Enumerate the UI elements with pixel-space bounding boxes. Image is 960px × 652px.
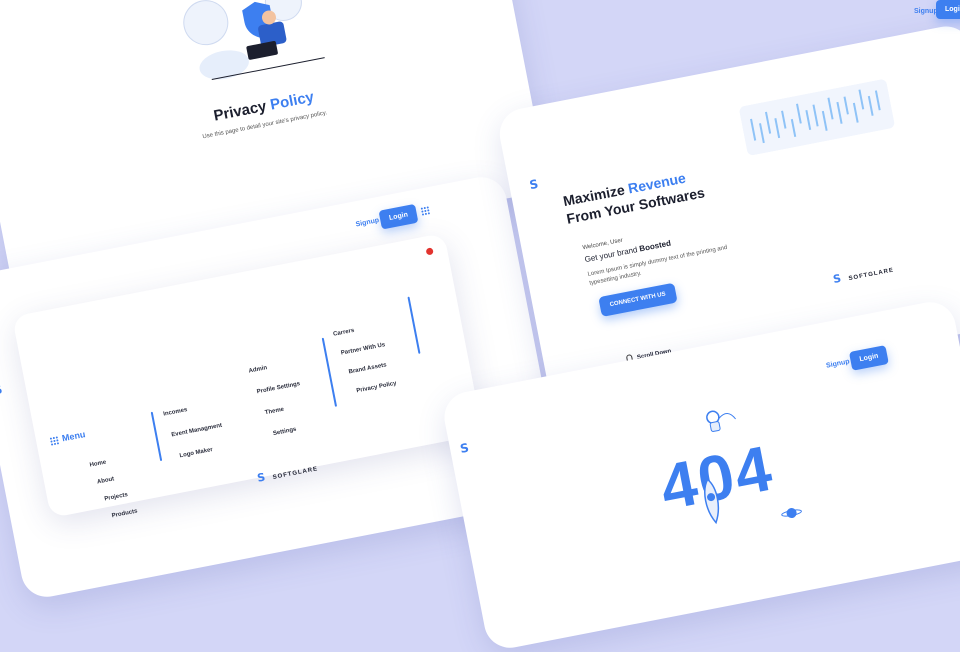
brand-logo: S SOFTGLARE [256,457,320,486]
divider-bar [407,296,421,354]
menu-item-incomes[interactable]: Incomes [163,407,188,418]
signup-link-top[interactable]: Signup [914,8,938,15]
menu-item-projects[interactable]: Projects [104,492,128,502]
menu-item-partner-with-us[interactable]: Partner With Us [340,342,385,356]
menu-item-about[interactable]: About [97,476,115,485]
login-button[interactable]: Login [848,345,889,371]
menu-item-event-managment[interactable]: Event Managment [171,423,223,439]
brand-name: SOFTGLARE [272,466,319,481]
menu-item-settings[interactable]: Settings [273,427,297,437]
menu-item-admin[interactable]: Admin [248,365,267,374]
brand-logo: S SOFTGLARE [831,259,895,288]
softglare-logo-icon[interactable]: S [459,441,470,456]
menu-panel: Menu Home About Projects Products Income… [11,232,484,519]
planet-icon [781,508,802,519]
menu-item-profile-settings[interactable]: Profile Settings [256,381,300,395]
title-part2: Policy [268,88,316,114]
menu-item-logo-maker[interactable]: Logo Maker [179,447,213,459]
menu-item-products[interactable]: Products [111,508,138,519]
menu-grid-icon [49,436,60,446]
signup-link[interactable]: Signup [826,358,851,369]
softglare-logo-icon: S [831,271,843,287]
revenue-bars-illustration [739,79,895,156]
menu-title: Menu [61,429,87,444]
close-button[interactable] [425,247,434,256]
menu-item-theme[interactable]: Theme [264,407,284,417]
hero-headline: Maximize Revenue From Your Softwares [562,166,707,228]
divider-bar [321,337,338,407]
softglare-logo-icon: S [256,470,267,485]
title-part1: Privacy [212,97,268,125]
menu-item-privacy-policy[interactable]: Privacy Policy [356,381,397,395]
signup-link[interactable]: Signup [355,217,380,228]
connect-button[interactable]: CONNECT WITH US [598,282,678,317]
grid-icon[interactable] [420,206,431,216]
menu-item-home[interactable]: Home [89,460,107,469]
astronaut-icon [706,410,736,432]
menu-item-carrers[interactable]: Carrers [333,328,355,338]
menu-item-brand-assets[interactable]: Brand Assets [348,362,387,375]
divider-bar [150,411,163,462]
brand-name: SOFTGLARE [848,267,895,283]
tagline-part2: Boosted [638,238,672,254]
login-button-top[interactable]: Login [936,0,960,19]
softglare-logo-icon[interactable]: S [528,177,539,192]
login-button[interactable]: Login [378,203,419,230]
softglare-logo-icon[interactable]: S [0,382,4,397]
